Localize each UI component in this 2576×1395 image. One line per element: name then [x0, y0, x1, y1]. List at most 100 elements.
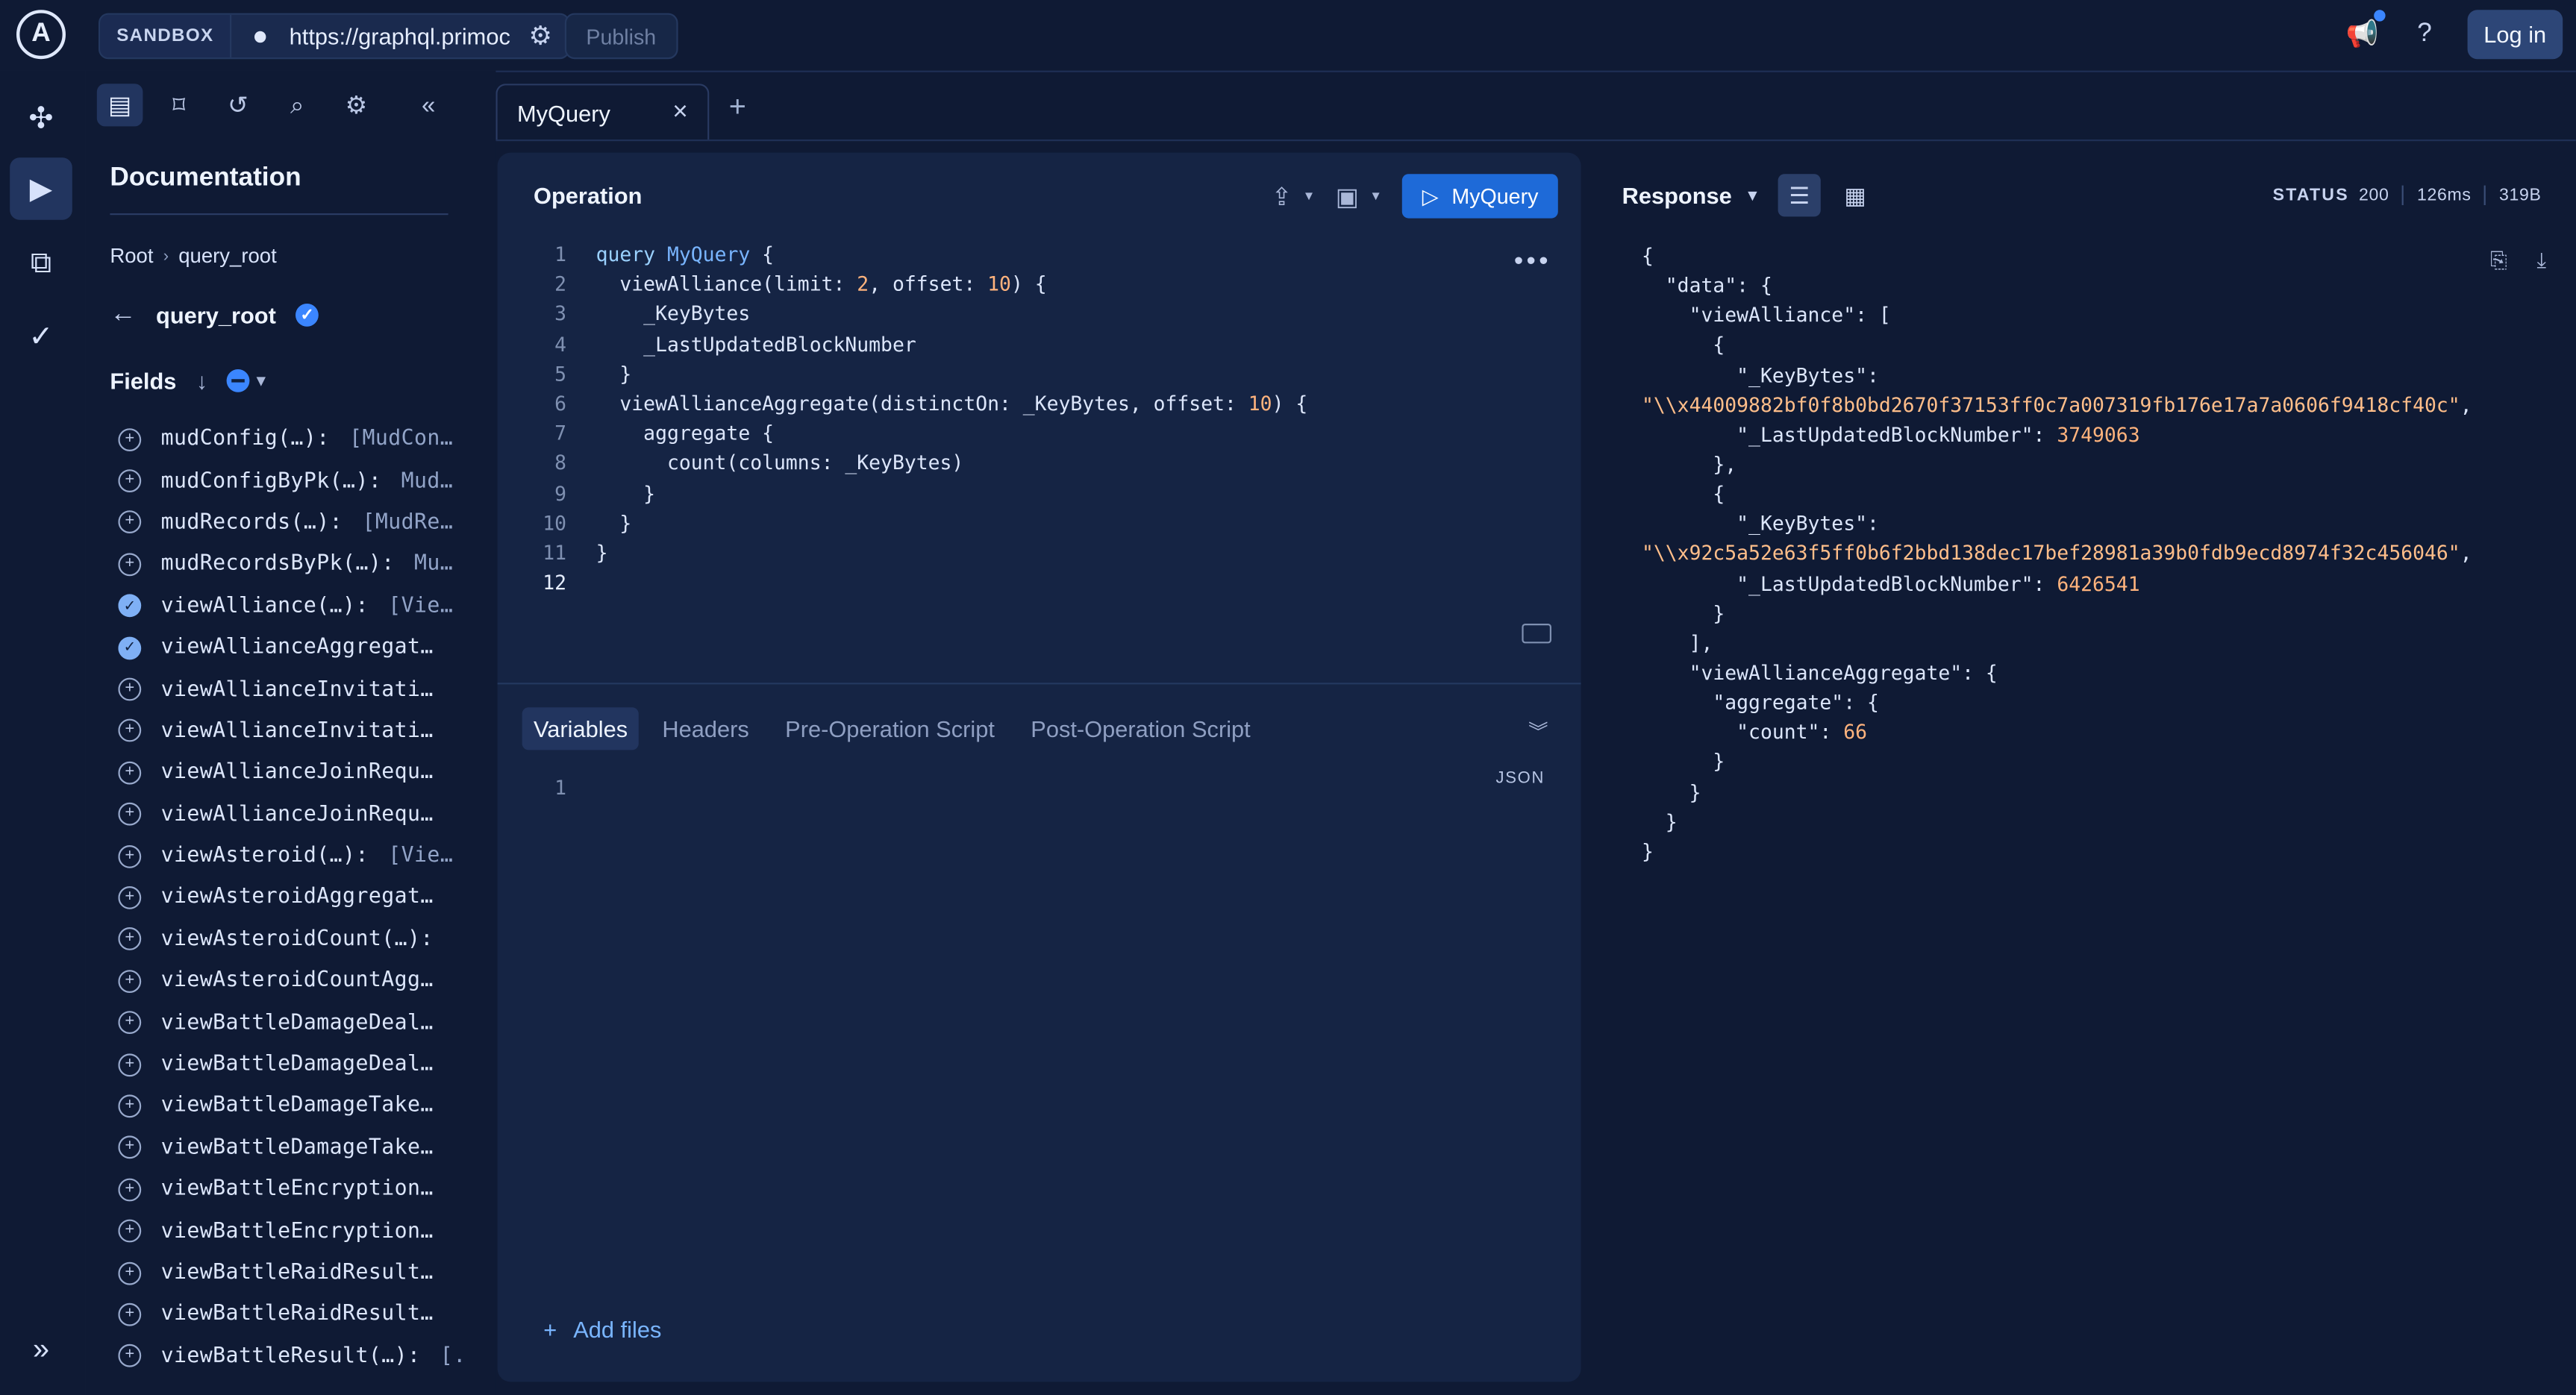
field-name: mudRecordsByPk(…): — [160, 551, 395, 577]
json-line: } — [1642, 598, 2472, 628]
help-icon[interactable]: ? — [2405, 15, 2445, 54]
plus-circle-icon[interactable] — [118, 511, 142, 535]
keyboard-shortcuts-icon[interactable] — [1522, 624, 1551, 644]
plus-circle-icon[interactable] — [118, 677, 142, 701]
run-query-button[interactable]: ▷ MyQuery — [1402, 174, 1558, 219]
check-icon[interactable]: ✓ — [118, 636, 142, 659]
tab-headers[interactable]: Headers — [662, 715, 748, 742]
field-item[interactable]: viewBattleEncryption… — [118, 1168, 495, 1210]
plus-circle-icon[interactable] — [118, 1094, 142, 1118]
panel-divider[interactable] — [497, 683, 1581, 685]
plus-circle-icon[interactable] — [118, 1219, 142, 1243]
field-item[interactable]: viewAllianceJoinRequ… — [118, 752, 495, 794]
breadcrumb-root[interactable]: Root — [110, 245, 153, 268]
publish-button[interactable]: Publish — [564, 13, 678, 60]
operation-editor[interactable]: 1 query MyQuery {2 viewAlliance(limit: 2,… — [527, 239, 1307, 598]
endpoint-url-input[interactable]: https://graphql.primoc — [290, 23, 519, 49]
plus-circle-icon[interactable] — [118, 803, 142, 827]
download-icon[interactable]: ⤓ — [2537, 248, 2547, 274]
field-item[interactable]: viewAsteroidAggregat… — [118, 877, 495, 918]
line-number: 4 — [554, 332, 566, 356]
field-item[interactable]: viewAllianceInvitati… — [118, 668, 495, 710]
plus-circle-icon[interactable] — [118, 1136, 142, 1159]
tab-myquery[interactable]: MyQuery × — [495, 84, 710, 140]
plus-circle-icon[interactable] — [118, 1011, 142, 1035]
code-token: ) { — [1010, 272, 1047, 296]
save-icon[interactable]: ▣ ▾ — [1336, 181, 1380, 210]
field-name: viewBattleRaidResult… — [160, 1260, 434, 1285]
field-item[interactable]: mudRecords(…): [MudRe… — [118, 502, 495, 544]
deselect-all-icon[interactable] — [227, 369, 251, 392]
sort-down-icon[interactable]: ↓ — [196, 368, 207, 394]
docs-icon[interactable]: ▤ — [96, 84, 143, 127]
tab-variables[interactable]: Variables — [522, 707, 640, 750]
field-item[interactable]: mudConfigByPk(…): Mud… — [118, 460, 495, 502]
field-item[interactable]: viewBattleRaidResult… — [118, 1252, 495, 1294]
field-item[interactable]: viewAllianceInvitati… — [118, 710, 495, 752]
search-icon[interactable]: ⌕ — [274, 84, 320, 126]
plus-circle-icon[interactable] — [118, 927, 142, 951]
plus-circle-icon[interactable] — [118, 969, 142, 993]
history-icon[interactable]: ↺ — [215, 84, 261, 126]
check-icon[interactable]: ✓ — [118, 594, 142, 618]
field-item[interactable]: viewAsteroidCount(…): — [118, 918, 495, 960]
field-item[interactable]: viewBattleDamageTake… — [118, 1085, 495, 1127]
plus-circle-icon[interactable] — [118, 1302, 142, 1326]
field-item[interactable]: viewAsteroidCountAgg… — [118, 960, 495, 1002]
collections-icon[interactable]: ⧉ — [10, 231, 72, 294]
back-arrow-icon[interactable]: ← — [110, 301, 136, 330]
chevron-down-icon[interactable]: ▾ — [257, 372, 265, 389]
more-options-icon[interactable]: ••• — [1514, 248, 1551, 278]
plus-circle-icon[interactable] — [118, 553, 142, 576]
close-icon[interactable]: × — [672, 98, 688, 128]
add-tab-icon[interactable]: + — [729, 90, 746, 125]
plus-circle-icon[interactable] — [118, 761, 142, 785]
field-item[interactable]: viewBattleDamageDeal… — [118, 1044, 495, 1085]
plus-circle-icon[interactable] — [118, 427, 142, 451]
bookmark-icon[interactable]: ⌑ — [156, 84, 202, 126]
field-item[interactable]: viewAllianceJoinRequ… — [118, 794, 495, 836]
add-files-button[interactable]: + Add files — [543, 1316, 661, 1342]
field-name: viewBattleDamageTake… — [160, 1135, 434, 1161]
login-button[interactable]: Log in — [2467, 10, 2563, 60]
collapse-chevron-icon[interactable]: ︾ — [1528, 717, 1548, 744]
explorer-icon[interactable]: ▶ — [10, 157, 72, 220]
plus-circle-icon[interactable] — [118, 1261, 142, 1285]
field-item[interactable]: viewAsteroid(…): [Vie… — [118, 836, 495, 877]
collapse-panel-icon[interactable]: « — [405, 84, 451, 126]
field-item[interactable]: mudRecordsByPk(…): Mu… — [118, 544, 495, 586]
share-icon[interactable]: ⇪ ▾ — [1272, 181, 1313, 210]
field-item[interactable]: viewBattleResult(…): [. — [118, 1335, 495, 1377]
checks-icon[interactable]: ✓ — [10, 305, 72, 368]
copy-icon[interactable]: ⎘ — [2490, 248, 2507, 274]
field-item[interactable]: ✓ viewAlliance(…): [Vie… — [118, 585, 495, 627]
plus-circle-icon[interactable] — [118, 1177, 142, 1201]
response-header[interactable]: Response ▾ — [1622, 182, 1757, 208]
schema-graph-icon[interactable]: ✣ — [10, 87, 72, 150]
json-view-icon[interactable]: ☰ — [1778, 174, 1821, 217]
field-item[interactable]: viewBattleRaidResult… — [118, 1294, 495, 1335]
plus-circle-icon[interactable] — [118, 885, 142, 909]
tab-post-operation-script[interactable]: Post-Operation Script — [1031, 715, 1250, 742]
announcement-icon[interactable]: 📢 — [2342, 10, 2386, 54]
gear-icon[interactable]: ⚙ — [519, 15, 562, 57]
plus-circle-icon[interactable] — [118, 1344, 142, 1368]
field-item[interactable]: ✓ viewAllianceAggregat… — [118, 627, 495, 668]
field-item[interactable]: viewBattleDamageTake… — [118, 1127, 495, 1169]
apollo-logo-icon[interactable]: A — [16, 10, 66, 60]
variables-editor[interactable]: 1 — [527, 777, 595, 800]
notification-dot — [2373, 10, 2386, 22]
plus-circle-icon[interactable] — [118, 469, 142, 493]
settings-icon[interactable]: ⚙ — [334, 84, 380, 126]
field-item[interactable]: viewBattleEncryption… — [118, 1210, 495, 1252]
plus-circle-icon[interactable] — [118, 844, 142, 868]
field-item[interactable]: viewBattleDamageDeal… — [118, 1002, 495, 1044]
expand-rail-icon[interactable]: » — [10, 1318, 72, 1381]
field-item[interactable]: mudConfig(…): [MudCon… — [118, 418, 495, 460]
endpoint-bar: SANDBOX https://graphql.primoc ⚙ — [99, 13, 570, 60]
plus-circle-icon[interactable] — [118, 719, 142, 743]
table-view-icon[interactable]: ▦ — [1833, 174, 1876, 216]
tab-pre-operation-script[interactable]: Pre-Operation Script — [785, 715, 995, 742]
fields-label: Fields — [110, 367, 177, 394]
plus-circle-icon[interactable] — [118, 1053, 142, 1076]
